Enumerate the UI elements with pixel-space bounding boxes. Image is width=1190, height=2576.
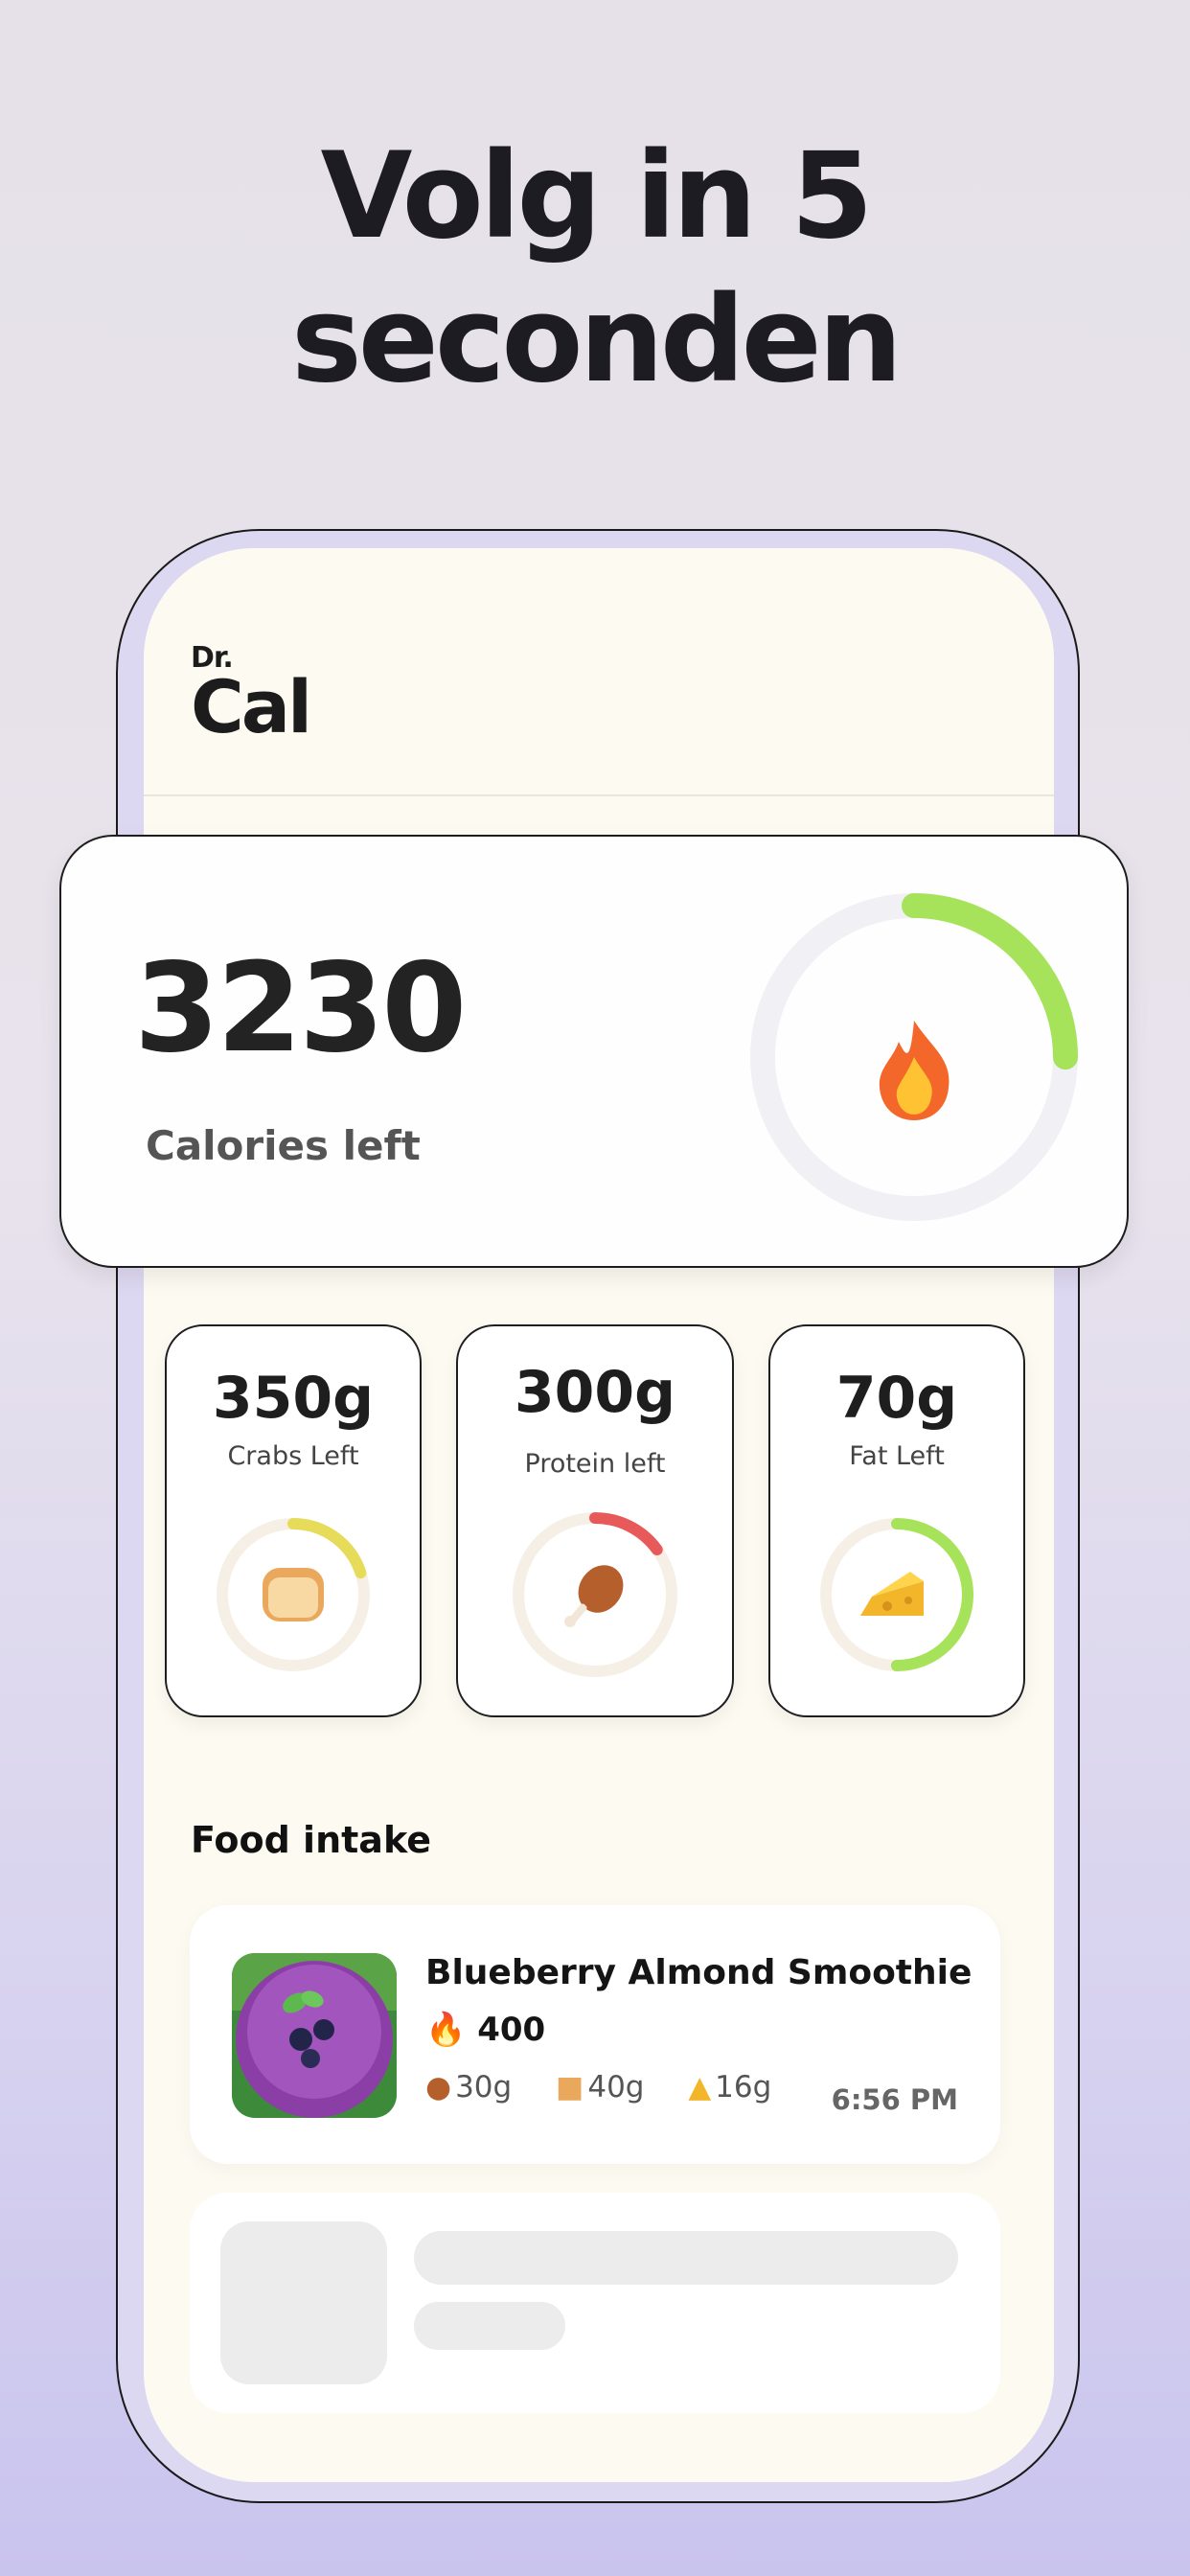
macro-card-protein[interactable]: 300g Protein left xyxy=(456,1324,734,1717)
chicken-leg-icon xyxy=(564,1565,624,1627)
cheese-icon: ▲ xyxy=(688,2070,712,2104)
food-protein: ● 30g xyxy=(425,2070,529,2104)
fat-progress-ring xyxy=(820,1518,973,1671)
placeholder-line-short xyxy=(414,2302,565,2350)
smoothie-image xyxy=(232,1953,397,2118)
headline-line-2: seconden xyxy=(290,271,903,409)
placeholder-line xyxy=(414,2231,958,2285)
carbs-progress-ring xyxy=(217,1518,370,1671)
fat-label: Fat Left xyxy=(849,1441,945,1471)
food-carbs: ■ 40g xyxy=(556,2070,661,2104)
header-divider xyxy=(144,794,1054,796)
calories-left-label: Calories left xyxy=(146,1122,421,1169)
chicken-leg-icon: ● xyxy=(425,2070,452,2104)
food-name: Blueberry Almond Smoothie xyxy=(425,1953,973,1992)
app-logo: Dr. Cal xyxy=(191,644,312,749)
macro-card-carbs[interactable]: 350g Crabs Left xyxy=(165,1324,422,1717)
bread-icon xyxy=(263,1568,324,1622)
calories-left-value: 3230 xyxy=(134,937,467,1080)
protein-progress-ring xyxy=(513,1512,677,1677)
calories-card[interactable]: 3230 Calories left xyxy=(59,835,1129,1268)
flame-icon xyxy=(879,1021,950,1120)
food-fat-value: 16g xyxy=(715,2070,772,2104)
flame-icon: 🔥 xyxy=(425,2011,467,2049)
placeholder-thumbnail xyxy=(220,2221,387,2384)
food-carbs-value: 40g xyxy=(587,2070,645,2104)
food-intake-title: Food intake xyxy=(191,1819,431,1861)
food-macros: ● 30g ■ 40g ▲ 16g xyxy=(425,2070,806,2104)
headline-line-1: Volg in 5 xyxy=(320,127,873,265)
food-calories: 🔥 400 xyxy=(425,2011,545,2049)
protein-label: Protein left xyxy=(524,1449,666,1479)
food-calories-value: 400 xyxy=(477,2011,546,2049)
loading-placeholder-card xyxy=(190,2193,1000,2413)
protein-value: 300g xyxy=(514,1359,676,1426)
fat-value: 70g xyxy=(835,1365,958,1432)
food-fat: ▲ 16g xyxy=(688,2070,789,2104)
carbs-value: 350g xyxy=(212,1365,375,1432)
food-time: 6:56 PM xyxy=(831,2083,958,2116)
food-protein-value: 30g xyxy=(455,2070,513,2104)
cheese-icon xyxy=(860,1572,924,1616)
logo-cal-text: Cal xyxy=(191,664,312,749)
calories-progress-ring xyxy=(750,893,1078,1221)
bread-icon: ■ xyxy=(556,2070,584,2104)
headline: Volg in 5 seconden xyxy=(0,125,1190,412)
food-entry-card[interactable]: Blueberry Almond Smoothie 🔥 400 ● 30g ■ 40… xyxy=(190,1905,1000,2164)
carbs-label: Crabs Left xyxy=(227,1441,359,1471)
macro-card-fat[interactable]: 70g Fat Left xyxy=(768,1324,1025,1717)
